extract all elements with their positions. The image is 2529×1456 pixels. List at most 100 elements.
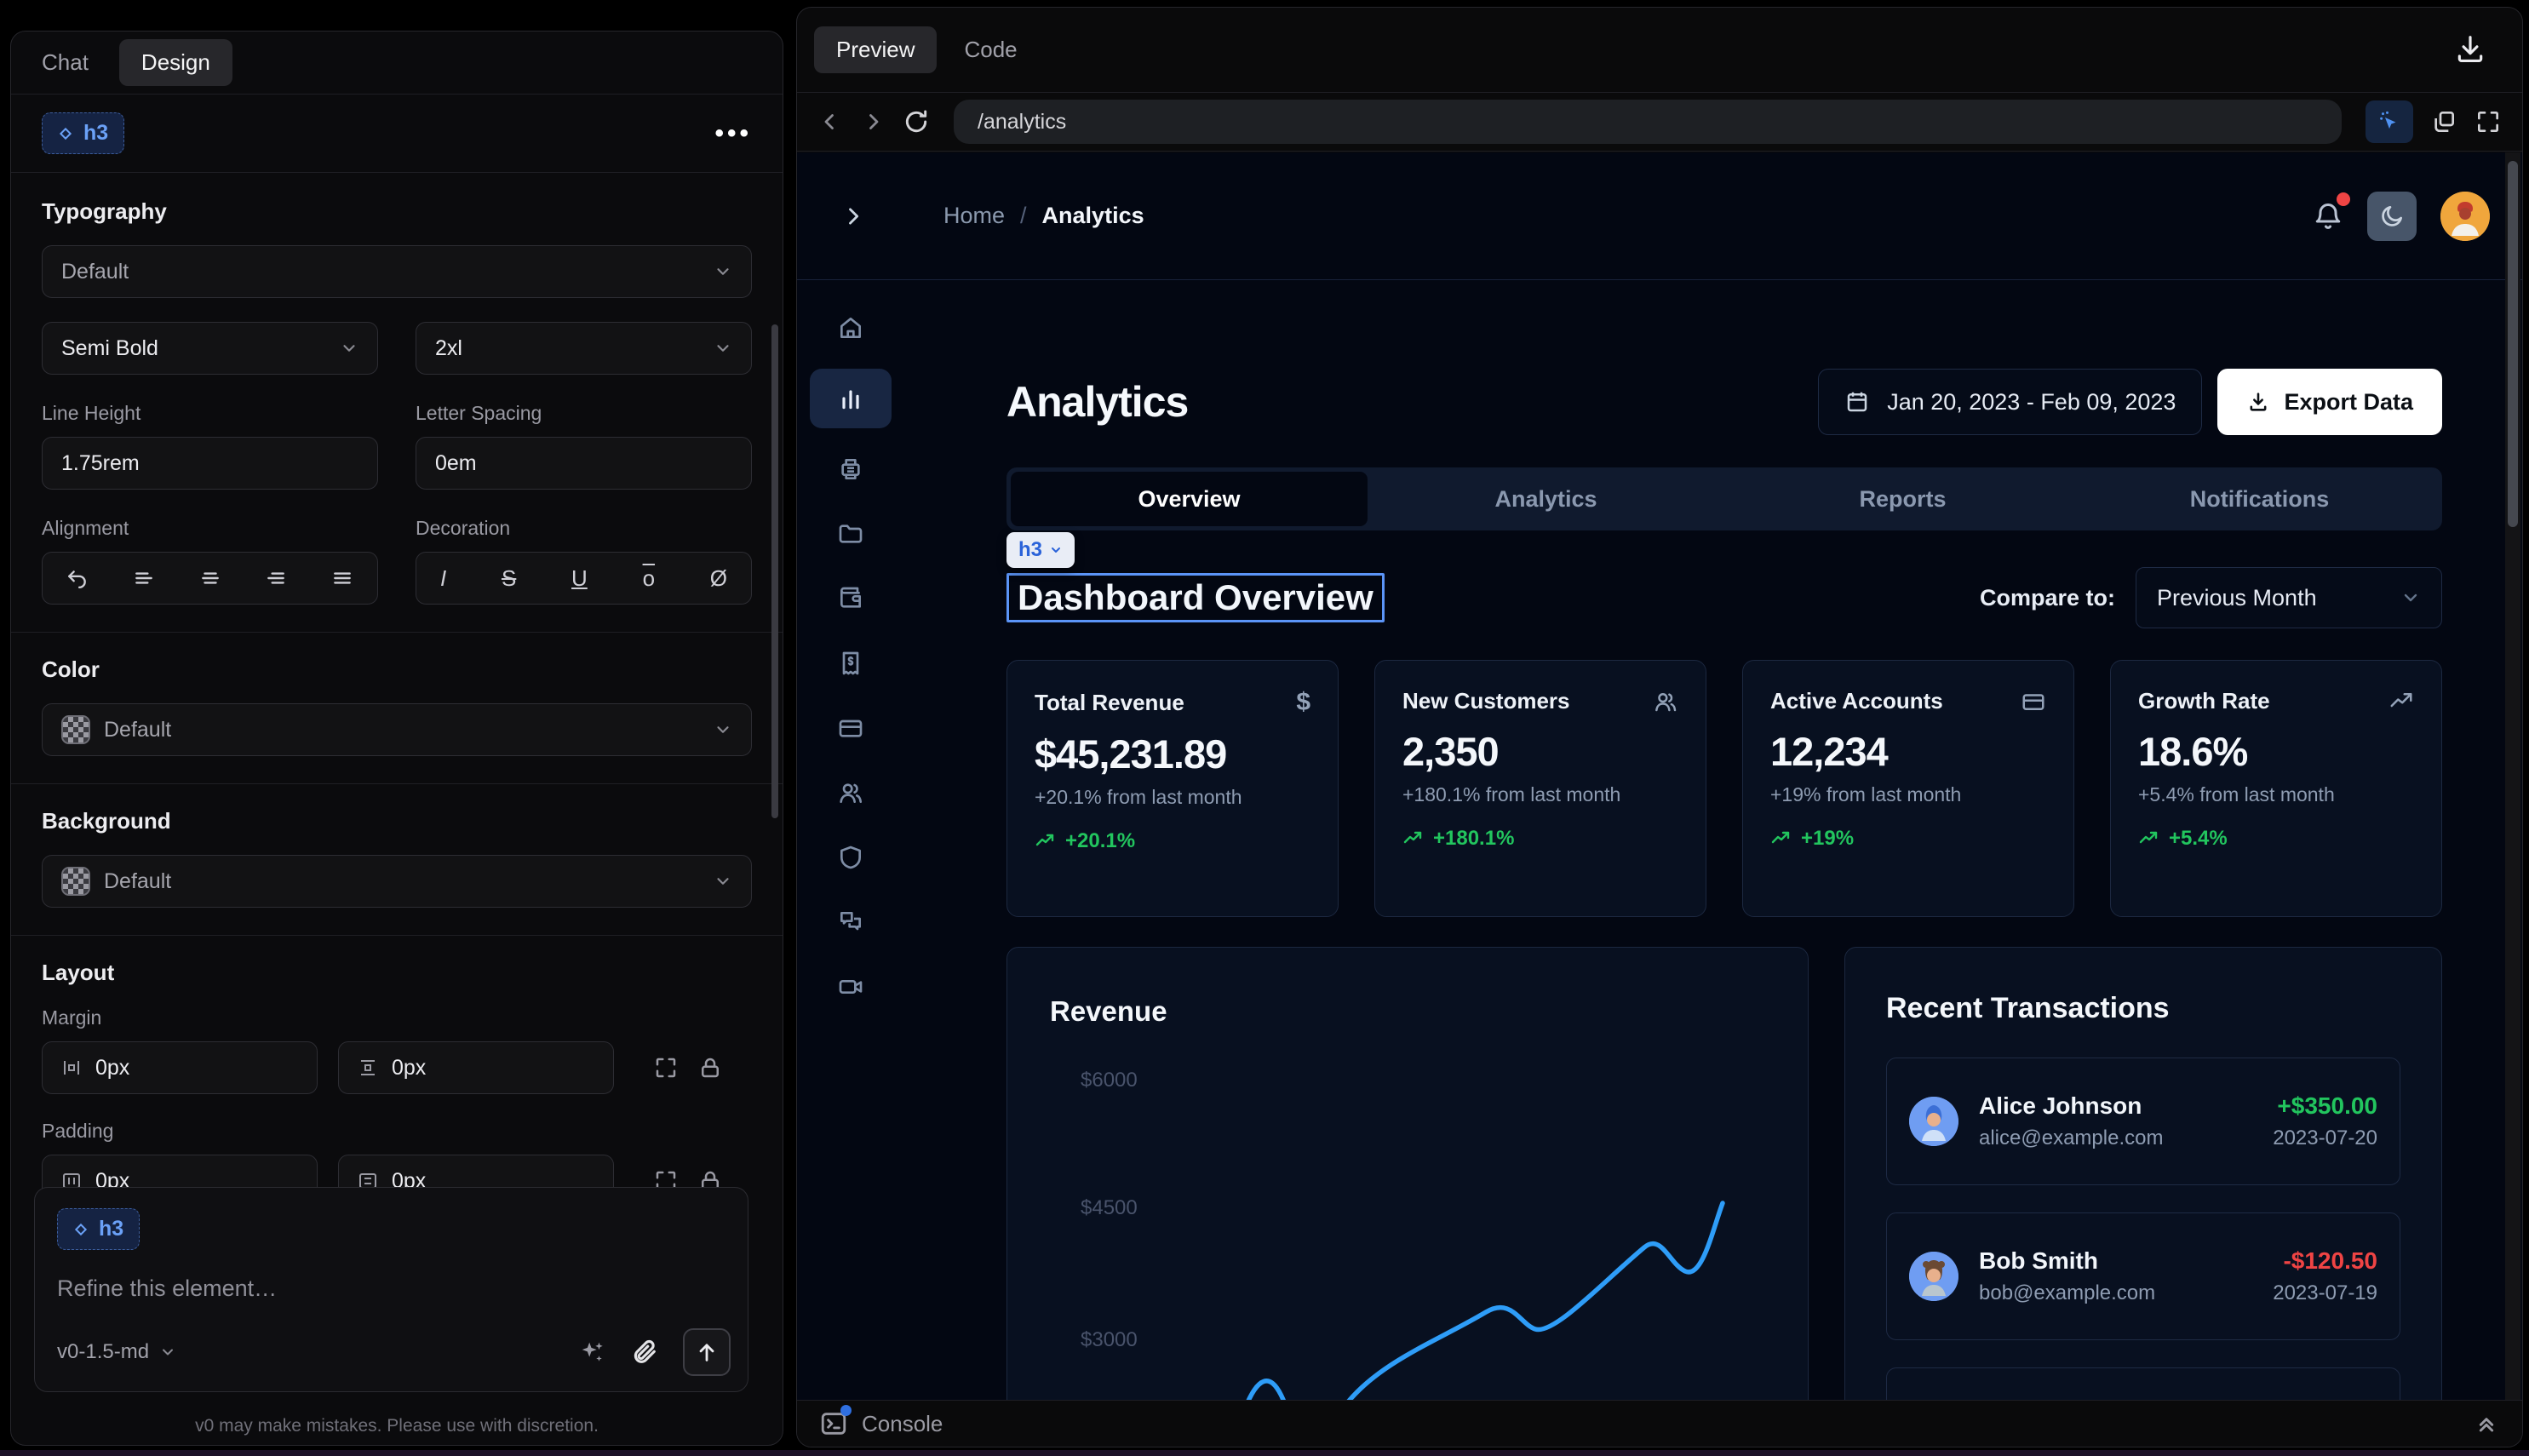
- selected-element-chip[interactable]: h3: [42, 112, 124, 154]
- no-decoration-icon[interactable]: Ø: [710, 565, 727, 592]
- console-bar[interactable]: Console: [797, 1400, 2522, 1447]
- color-select[interactable]: Default: [42, 703, 752, 756]
- align-right-icon[interactable]: [265, 567, 287, 589]
- margin-x-input[interactable]: 0px: [42, 1041, 318, 1094]
- strikethrough-icon[interactable]: S: [502, 565, 516, 592]
- stat-cards: Total Revenue $ $45,231.89 +20.1% from l…: [1006, 660, 2442, 917]
- transaction-row-partial[interactable]: [1886, 1367, 2400, 1400]
- tab-analytics[interactable]: Analytics: [1368, 472, 1724, 526]
- theme-toggle-button[interactable]: [2367, 192, 2417, 241]
- breadcrumb: Home / Analytics: [943, 203, 1144, 229]
- background-swatch-icon: [61, 867, 90, 896]
- sidebar-folder-icon[interactable]: [837, 520, 864, 547]
- app-sidebar: [797, 280, 903, 1400]
- chevron-down-icon: [1049, 543, 1063, 557]
- preview-scrollbar-thumb[interactable]: [2508, 161, 2518, 527]
- background-select[interactable]: Default: [42, 855, 752, 908]
- date-range-picker[interactable]: Jan 20, 2023 - Feb 09, 2023: [1818, 369, 2202, 435]
- font-size-select[interactable]: 2xl: [416, 322, 752, 375]
- sidebar-video-icon[interactable]: [837, 973, 864, 1000]
- chat-element-chip[interactable]: h3: [57, 1208, 140, 1250]
- model-selector[interactable]: v0-1.5-md: [57, 1340, 176, 1364]
- undo-icon[interactable]: [66, 567, 89, 589]
- trending-up-icon: [1035, 831, 1055, 851]
- export-data-button[interactable]: Export Data: [2217, 369, 2442, 435]
- dollar-sign-icon: $: [1296, 688, 1310, 717]
- color-heading: Color: [42, 656, 752, 683]
- sidebar-printer-icon[interactable]: [837, 456, 864, 483]
- font-family-select[interactable]: Default: [42, 245, 752, 298]
- tab-design[interactable]: Design: [119, 39, 232, 86]
- download-icon[interactable]: [2454, 33, 2486, 66]
- sidebar-users-icon[interactable]: [837, 779, 864, 806]
- address-bar[interactable]: /analytics: [954, 100, 2342, 144]
- tab-notifications[interactable]: Notifications: [2081, 472, 2438, 526]
- notifications-button[interactable]: [2313, 201, 2343, 232]
- align-center-icon[interactable]: [199, 567, 221, 589]
- letter-spacing-input[interactable]: 0em: [416, 437, 752, 490]
- tab-overview[interactable]: Overview: [1011, 472, 1368, 526]
- lock-margin-icon[interactable]: [697, 1055, 723, 1081]
- stat-value: 2,350: [1402, 728, 1678, 775]
- italic-icon[interactable]: I: [440, 565, 446, 592]
- fullscreen-icon[interactable]: [2475, 108, 2502, 135]
- sidebar-credit-card-icon[interactable]: [837, 714, 864, 742]
- sidebar-analytics-item-active[interactable]: [810, 369, 892, 428]
- cursor-sparkle-icon: [2377, 109, 2402, 135]
- preview-nav-bar: /analytics: [797, 93, 2522, 152]
- more-menu-icon[interactable]: •••: [714, 119, 752, 148]
- credit-card-icon: [2021, 689, 2046, 714]
- back-icon[interactable]: [817, 109, 843, 135]
- design-properties: Typography Default Semi Bold 2xl Line He…: [11, 173, 783, 1207]
- sidebar-messages-icon[interactable]: [837, 909, 864, 936]
- refine-chat-box[interactable]: h3 Refine this element… v0-1.5-md: [34, 1187, 748, 1392]
- underline-icon[interactable]: U: [571, 565, 588, 592]
- rendered-app: Home / Analytics: [797, 152, 2522, 1400]
- selected-heading[interactable]: Dashboard Overview: [1006, 573, 1385, 622]
- inspect-cursor-button[interactable]: [2366, 100, 2413, 143]
- chevron-down-icon: [714, 339, 732, 358]
- paperclip-icon[interactable]: [630, 1338, 659, 1367]
- tab-reports[interactable]: Reports: [1724, 472, 2081, 526]
- console-label: Console: [862, 1411, 943, 1437]
- tab-code[interactable]: Code: [964, 37, 1017, 63]
- compare-select[interactable]: Previous Month: [2136, 567, 2442, 628]
- sparkles-icon[interactable]: [577, 1338, 606, 1367]
- breadcrumb-home[interactable]: Home: [943, 203, 1005, 229]
- overline-icon[interactable]: o: [643, 565, 655, 592]
- sidebar-home-icon[interactable]: [837, 314, 864, 341]
- line-height-input[interactable]: 1.75rem: [42, 437, 378, 490]
- send-button[interactable]: [683, 1328, 731, 1376]
- sidebar-receipt-icon[interactable]: [837, 650, 864, 677]
- decoration-button-group: I S U o Ø: [416, 552, 752, 605]
- chat-input[interactable]: Refine this element…: [57, 1275, 725, 1302]
- align-justify-icon[interactable]: [331, 567, 353, 589]
- transaction-row[interactable]: Alice Johnson alice@example.com +$350.00…: [1886, 1058, 2400, 1185]
- margin-horizontal-icon: [61, 1058, 82, 1078]
- stat-subtext: +19% from last month: [1770, 783, 2046, 806]
- element-tag-chip[interactable]: h3: [1006, 532, 1075, 568]
- console-activity-dot: [840, 1405, 852, 1416]
- align-left-icon[interactable]: [133, 567, 155, 589]
- transaction-row[interactable]: Bob Smith bob@example.com -$120.50 2023-…: [1886, 1212, 2400, 1340]
- bell-icon: [2313, 201, 2343, 232]
- sidebar-toggle-icon[interactable]: [841, 204, 865, 228]
- user-avatar[interactable]: [2440, 192, 2490, 241]
- margin-y-input[interactable]: 0px: [338, 1041, 614, 1094]
- refresh-icon[interactable]: [903, 108, 930, 135]
- element-breadcrumb: h3 •••: [11, 95, 783, 173]
- tab-preview[interactable]: Preview: [814, 26, 937, 73]
- download-icon: [2246, 390, 2270, 414]
- copy-window-icon[interactable]: [2430, 108, 2457, 135]
- color-swatch-icon: [61, 715, 90, 744]
- tab-chat[interactable]: Chat: [42, 49, 89, 76]
- panel-scrollbar-thumb[interactable]: [771, 324, 778, 818]
- forward-icon[interactable]: [860, 109, 886, 135]
- expand-console-icon[interactable]: [2473, 1410, 2500, 1437]
- transaction-name: Bob Smith: [1979, 1247, 2155, 1275]
- sidebar-wallet-icon[interactable]: [837, 585, 864, 612]
- font-weight-select[interactable]: Semi Bold: [42, 322, 378, 375]
- sidebar-shield-icon[interactable]: [837, 844, 864, 871]
- expand-margin-icon[interactable]: [653, 1055, 679, 1081]
- sidebar-bar-chart-icon: [837, 385, 864, 412]
